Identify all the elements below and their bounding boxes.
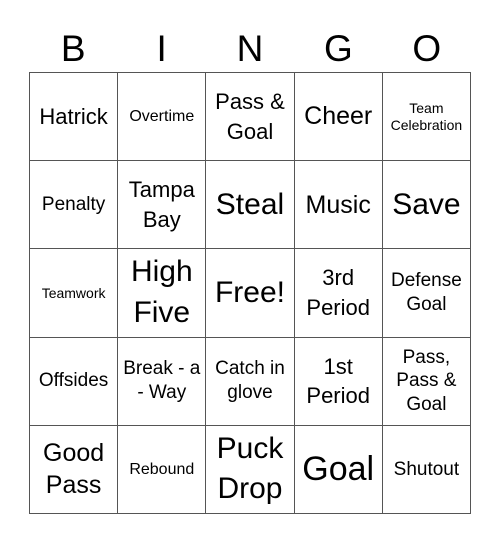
bingo-cell[interactable]: Music (294, 161, 383, 250)
bingo-cell[interactable]: Goal (294, 425, 383, 514)
bingo-cell-label: Pass & Goal (215, 88, 285, 144)
bingo-cell-label: Tampa Bay (128, 177, 195, 232)
bingo-cell-label: Overtime (129, 107, 195, 125)
bingo-cell-label: Hatrick (39, 103, 108, 129)
bingo-cell-label: Goal (302, 449, 375, 488)
bingo-cell-label: High Five (130, 255, 193, 329)
bingo-cell[interactable]: Hatrick (30, 73, 119, 162)
bingo-header: B I N G O (29, 26, 471, 72)
bingo-cell-label: Break - a - Way (123, 358, 201, 404)
header-letter-o: O (412, 28, 442, 69)
bingo-cell[interactable]: Shutout (382, 425, 471, 514)
bingo-cell-label: Cheer (304, 102, 373, 131)
bingo-cell-label: Shutout (393, 458, 460, 480)
bingo-cell-label: 3rd Period (306, 265, 370, 320)
bingo-cell[interactable]: Catch in glove (206, 337, 295, 426)
bingo-cell[interactable]: 3rd Period (294, 249, 383, 338)
bingo-cell[interactable]: Defense Goal (382, 249, 471, 338)
bingo-cell[interactable]: Cheer (294, 73, 383, 162)
bingo-cell[interactable]: Break - a - Way (118, 337, 207, 426)
bingo-cell-label: Good Pass (43, 438, 105, 500)
bingo-cell-label: Puck Drop (216, 431, 284, 506)
bingo-cell[interactable]: Good Pass (30, 425, 119, 514)
bingo-cell[interactable]: Rebound (118, 425, 207, 514)
bingo-cell-label: Save (392, 187, 461, 221)
bingo-cell[interactable]: High Five (118, 249, 207, 338)
bingo-cell[interactable]: Team Celebration (382, 73, 471, 162)
bingo-cell-label: Teamwork (41, 284, 106, 301)
bingo-cell-label: Free! (214, 275, 285, 309)
bingo-cell[interactable]: Teamwork (30, 249, 119, 338)
bingo-cell-label: Defense Goal (391, 270, 462, 315)
bingo-cell-label: Steal (215, 187, 285, 221)
bingo-cell-label: Team Celebration (390, 99, 463, 133)
bingo-cell-label: 1st Period (306, 353, 370, 409)
bingo-cell[interactable]: 1st Period (294, 337, 383, 426)
bingo-cell-label: Rebound (129, 460, 195, 478)
bingo-cell[interactable]: Overtime (118, 73, 207, 162)
bingo-cell[interactable]: Pass, Pass & Goal (382, 337, 471, 426)
bingo-cell[interactable]: Offsides (30, 337, 119, 426)
bingo-cell[interactable]: Tampa Bay (118, 161, 207, 250)
bingo-card-grid: Hatrick Overtime Pass & Goal Cheer Team Cele… (29, 72, 471, 514)
header-letter-b: B (60, 28, 86, 69)
bingo-cell[interactable]: Puck Drop (206, 425, 295, 514)
header-letter-n: N (236, 28, 264, 69)
bingo-cell[interactable]: Save (382, 161, 471, 250)
bingo-cell[interactable]: Free! (206, 249, 295, 338)
header-letter-i: I (156, 28, 167, 69)
bingo-cell-label: Penalty (41, 193, 106, 215)
bingo-cell-label: Pass, Pass & Goal (396, 346, 457, 416)
bingo-cell-label: Music (305, 190, 371, 219)
bingo-cell-label: Offsides (38, 370, 109, 392)
bingo-cell[interactable]: Steal (206, 161, 295, 250)
bingo-cell[interactable]: Penalty (30, 161, 119, 250)
bingo-cell[interactable]: Pass & Goal (206, 73, 295, 162)
header-letter-g: G (324, 28, 353, 69)
bingo-cell-label: Catch in glove (215, 358, 285, 404)
